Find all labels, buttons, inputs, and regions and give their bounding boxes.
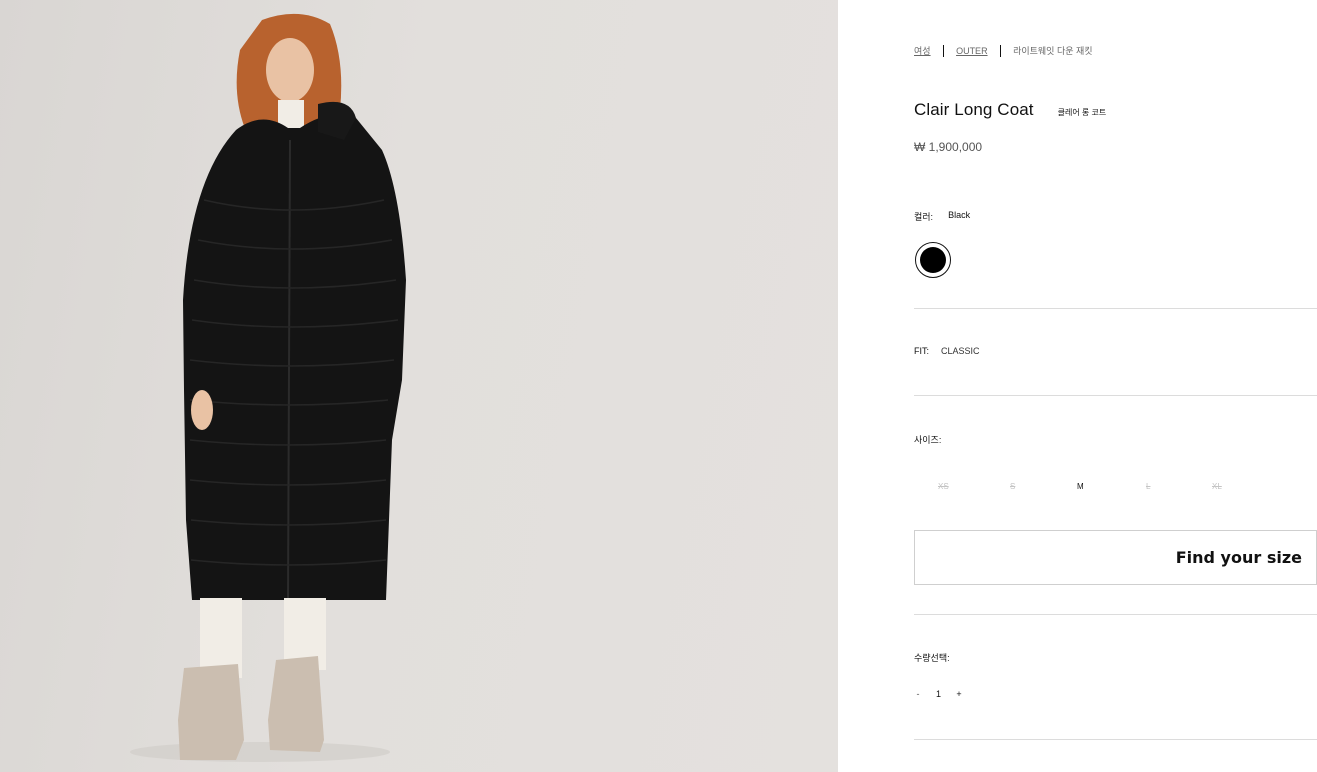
breadcrumb: 여성 OUTER 라이트웨잇 다운 재킷 <box>914 44 1093 57</box>
color-label: 컬러: <box>914 212 934 222</box>
size-option-l[interactable]: L <box>1146 482 1150 491</box>
breadcrumb-outer[interactable]: OUTER <box>956 46 988 56</box>
size-option-xs[interactable]: XS <box>938 482 949 491</box>
quantity-value: 1 <box>936 689 942 699</box>
find-your-size-button[interactable]: Find your size <box>914 530 1317 585</box>
model-illustration <box>130 13 406 762</box>
color-swatch-fill <box>919 246 946 273</box>
fit-row: FIT: CLASSIC <box>914 346 980 356</box>
color-value: Black <box>948 210 971 220</box>
breadcrumb-separator <box>999 44 1002 57</box>
breadcrumb-current: 라이트웨잇 다운 재킷 <box>1013 46 1093 56</box>
quantity-increase-button[interactable]: + <box>955 689 963 699</box>
divider <box>914 308 1317 309</box>
divider <box>914 739 1317 740</box>
product-info-panel: 여성 OUTER 라이트웨잇 다운 재킷 Clair Long Coat 클레어… <box>914 0 1317 772</box>
product-image <box>0 0 838 772</box>
size-label: 사이즈: <box>914 435 942 445</box>
quantity-label: 수량선택: <box>914 653 950 663</box>
title-row: Clair Long Coat 클레어 롱 코트 <box>914 100 1106 120</box>
fit-value: CLASSIC <box>941 346 980 356</box>
size-option-xl[interactable]: XL <box>1212 482 1222 491</box>
color-swatch-black[interactable] <box>915 242 951 278</box>
product-title: Clair Long Coat <box>914 100 1034 119</box>
divider <box>914 395 1317 396</box>
size-option-m[interactable]: M <box>1077 482 1084 491</box>
color-row: 컬러: Black <box>914 210 970 223</box>
product-price: ₩ 1,900,000 <box>914 140 983 154</box>
fit-label: FIT: <box>914 346 929 356</box>
divider <box>914 614 1317 615</box>
quantity-decrease-button[interactable]: - <box>914 689 922 699</box>
quantity-stepper: - 1 + <box>914 689 963 699</box>
size-option-s[interactable]: S <box>1010 482 1015 491</box>
size-options: XS S M L XL <box>914 482 1254 494</box>
breadcrumb-women[interactable]: 여성 <box>914 44 931 57</box>
breadcrumb-separator <box>942 44 945 57</box>
product-subtitle-korean: 클레어 롱 코트 <box>1057 108 1107 117</box>
